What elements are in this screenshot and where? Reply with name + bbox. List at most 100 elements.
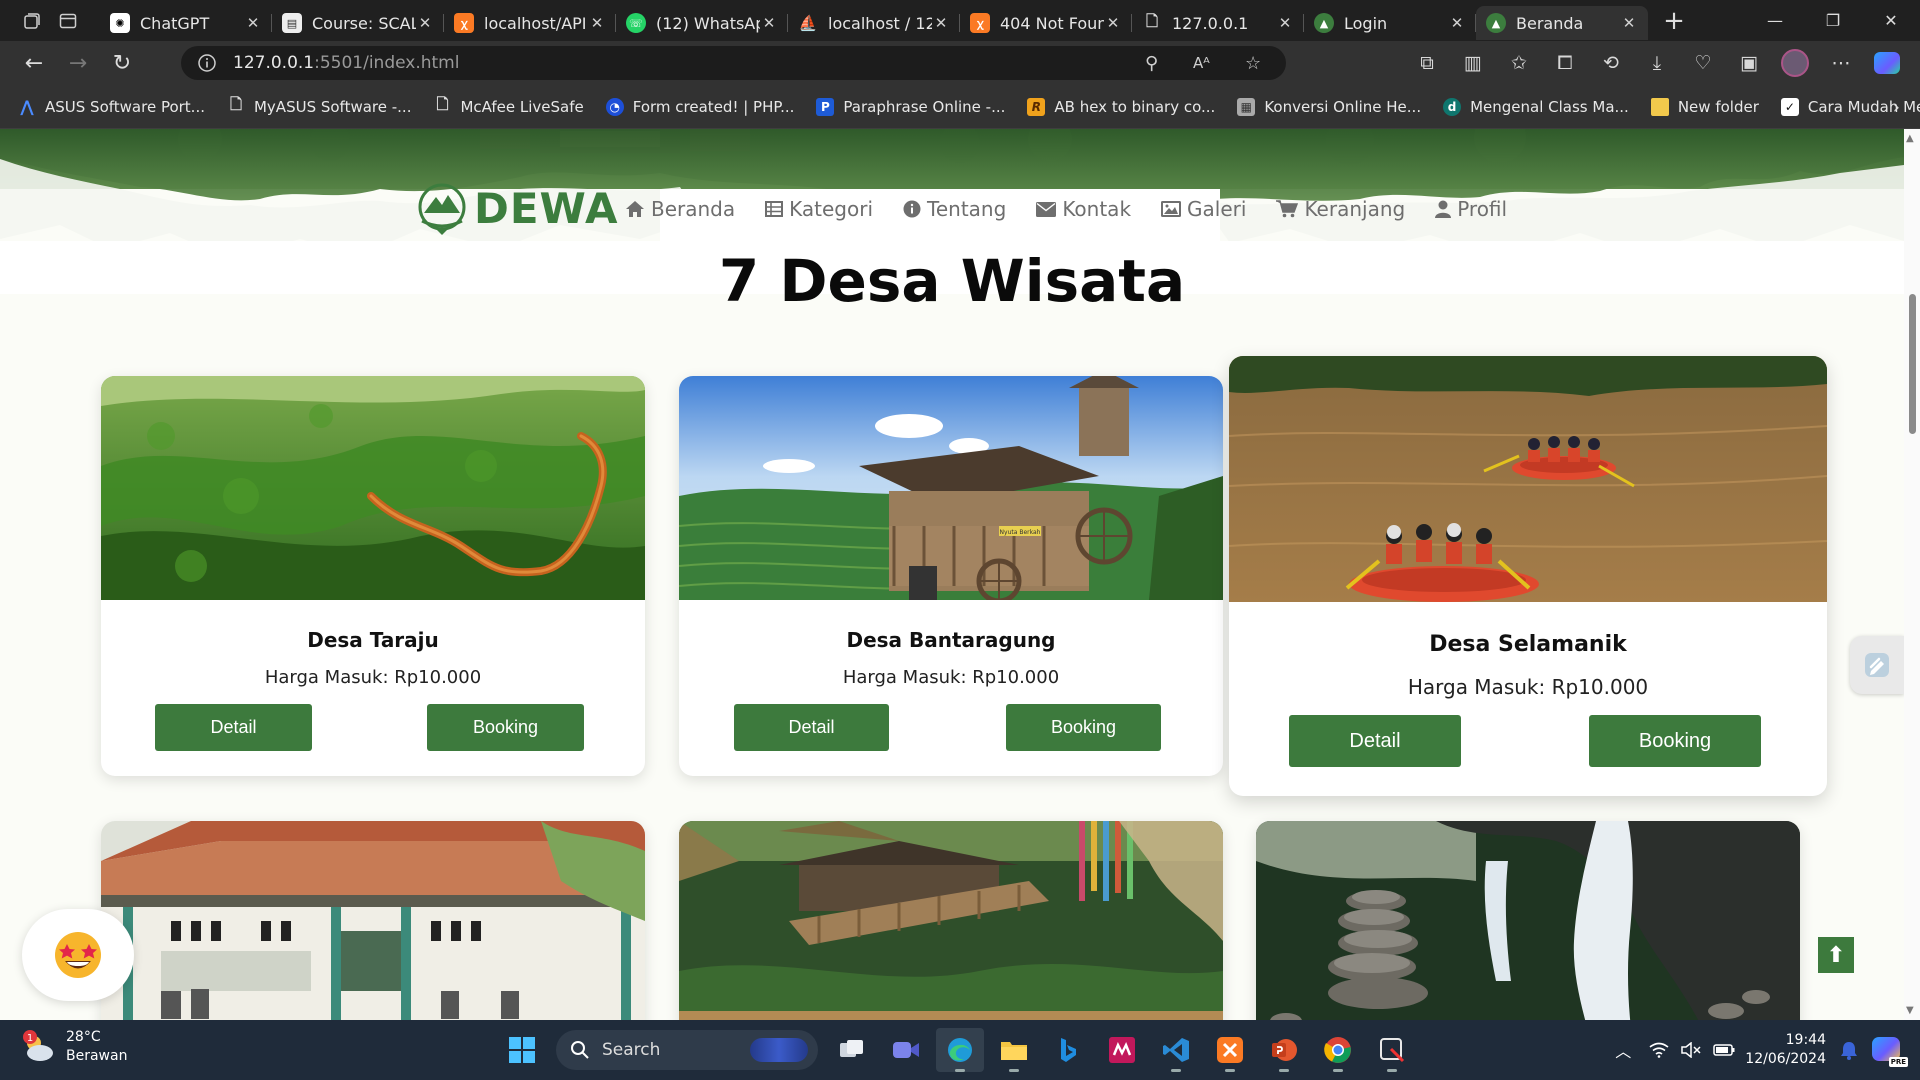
tab-title: 127.0.0.1 [1172,13,1249,33]
downloads-icon[interactable]: ⤓ [1634,52,1680,74]
new-tab-button[interactable]: + [1654,6,1694,36]
tab-localhost-api[interactable]: ꭓ localhost/API ✕ [444,6,616,40]
address-bar[interactable]: 127.0.0.1:5501/index.html ⚲ Aᴬ ☆ [181,46,1286,80]
bookmark-item[interactable]: ◔ Form created! | PHP... [605,97,794,116]
tab-login[interactable]: ▲ Login ✕ [1304,6,1476,40]
tab-beranda[interactable]: ▲ Beranda ✕ [1476,6,1648,40]
tab-whatsapp[interactable]: ☏ (12) WhatsAp ✕ [616,6,788,40]
bookmark-folder[interactable]: New folder [1650,97,1759,116]
site-info-icon[interactable] [197,53,217,73]
close-tab-icon[interactable]: ✕ [588,14,606,32]
split-screen-icon[interactable]: ▥ [1450,52,1496,74]
booking-button[interactable]: Booking [1589,715,1761,767]
zoom-icon[interactable]: ⚲ [1145,46,1158,80]
close-tab-icon[interactable]: ✕ [1448,14,1466,32]
jetbrains-icon[interactable] [1098,1028,1146,1072]
close-tab-icon[interactable]: ✕ [1620,14,1638,32]
close-tab-icon[interactable]: ✕ [1104,14,1122,32]
performance-icon[interactable]: ♡ [1680,52,1726,74]
tab-phpmyadmin[interactable]: ⛵ localhost / 12 ✕ [788,6,960,40]
battery-icon[interactable] [1713,1043,1735,1057]
bookmark-item[interactable]: ▦ Konversi Online He... [1237,97,1421,116]
forward-icon[interactable]: → [56,41,100,85]
tab-127[interactable]: 🗋 127.0.0.1 ✕ [1132,6,1304,40]
tab-course[interactable]: ▤ Course: SCAL ✕ [272,6,444,40]
close-tab-icon[interactable]: ✕ [760,14,778,32]
tab-chatgpt[interactable]: ✺ ChatGPT ✕ [100,6,272,40]
powerpoint-icon[interactable] [1260,1028,1308,1072]
detail-button[interactable]: Detail [734,704,889,751]
history-icon[interactable]: ⟲ [1588,52,1634,74]
weather-widget[interactable]: 1 28°C Berawan [20,1028,127,1066]
volume-muted-icon[interactable] [1681,1042,1701,1058]
bookmark-item[interactable]: R AB hex to binary co... [1027,97,1215,116]
sidebar-icon[interactable]: ▣ [1726,52,1772,74]
nav-galeri[interactable]: Galeri [1161,197,1246,221]
collections-icon[interactable]: ⧠ [1542,52,1588,74]
nav-kontak[interactable]: Kontak [1036,197,1131,221]
chat-emoji-button[interactable] [22,909,134,1001]
booking-button[interactable]: Booking [1006,704,1161,751]
bookmark-item[interactable]: P Paraphrase Online -... [816,97,1005,116]
copilot-icon[interactable] [1864,52,1910,74]
close-tab-icon[interactable]: ✕ [416,14,434,32]
nav-kategori[interactable]: Kategori [765,197,873,221]
detail-button[interactable]: Detail [155,704,312,751]
scrollbar-thumb[interactable] [1909,294,1916,434]
chrome-icon[interactable] [1314,1028,1362,1072]
site-logo[interactable]: DEWA [416,181,619,235]
more-menu-icon[interactable]: ⋯ [1818,52,1864,74]
bookmark-label: ASUS Software Port... [45,97,205,116]
detail-button[interactable]: Detail [1289,715,1461,767]
taskbar-search[interactable]: Search [556,1030,818,1070]
close-window-icon[interactable]: ✕ [1862,0,1920,41]
scroll-up-icon[interactable]: ▲ [1906,133,1914,144]
refresh-icon[interactable]: ↻ [100,41,144,85]
read-aloud-icon[interactable]: Aᴬ [1193,46,1210,80]
scroll-to-top-button[interactable]: ⬆ [1818,937,1854,973]
scroll-down-icon[interactable]: ▼ [1906,1005,1914,1016]
bookmark-item[interactable]: 🗋 McAfee LiveSafe [433,95,583,116]
avatar[interactable] [1772,49,1818,77]
start-button[interactable] [498,1028,546,1072]
bookmark-item[interactable]: 🗋 MyASUS Software -... [227,95,412,116]
nav-beranda[interactable]: Beranda [625,197,735,221]
nav-tentang[interactable]: Tentang [903,197,1006,221]
vscode-icon[interactable] [1152,1028,1200,1072]
wifi-icon[interactable] [1649,1042,1669,1058]
close-tab-icon[interactable]: ✕ [932,14,950,32]
edge-icon[interactable] [936,1028,984,1072]
booking-button[interactable]: Booking [427,704,584,751]
task-view-icon[interactable] [828,1028,876,1072]
notification-bell-icon[interactable] [1840,1040,1858,1060]
restore-icon[interactable]: ❐ [1804,0,1862,41]
page-scrollbar[interactable]: ▲ ▼ [1904,129,1920,1020]
tab-actions-icon[interactable] [50,0,86,41]
copilot-taskbar-icon[interactable]: PRE [1870,1035,1908,1067]
xampp-icon[interactable] [1206,1028,1254,1072]
snipping-tool-icon[interactable] [1368,1028,1416,1072]
close-tab-icon[interactable]: ✕ [244,14,262,32]
favorite-star-icon[interactable]: ☆ [1245,46,1261,80]
bing-icon[interactable] [1044,1028,1092,1072]
phpmyadmin-icon: ⛵ [798,14,818,32]
nav-keranjang[interactable]: Keranjang [1276,197,1405,221]
nav-profil[interactable]: Profil [1435,197,1507,221]
close-tab-icon[interactable]: ✕ [1276,14,1294,32]
meet-video-icon[interactable] [882,1028,930,1072]
quick-action-side-button[interactable] [1850,636,1904,694]
minimize-icon[interactable]: — [1746,0,1804,41]
workspaces-icon[interactable] [14,0,50,41]
back-icon[interactable]: ← [12,41,56,85]
bookmark-item[interactable]: ⋀ ASUS Software Port... [18,97,205,116]
file-explorer-icon[interactable] [990,1028,1038,1072]
chevron-right-icon[interactable]: › [1893,97,1900,118]
favorites-icon[interactable]: ✩ [1496,52,1542,74]
bookmarks-bar: ⋀ ASUS Software Port... 🗋 MyASUS Software … [0,85,1920,129]
extensions-icon[interactable]: ⧉ [1404,52,1450,74]
chevron-up-icon[interactable]: ︿ [1615,1038,1631,1062]
clock[interactable]: 19:44 12/06/2024 [1745,1031,1826,1069]
bookmark-item[interactable]: d Mengenal Class Ma... [1443,97,1629,116]
url-text[interactable]: 127.0.0.1:5501/index.html [233,53,459,73]
tab-404[interactable]: ꭓ 404 Not Foun ✕ [960,6,1132,40]
